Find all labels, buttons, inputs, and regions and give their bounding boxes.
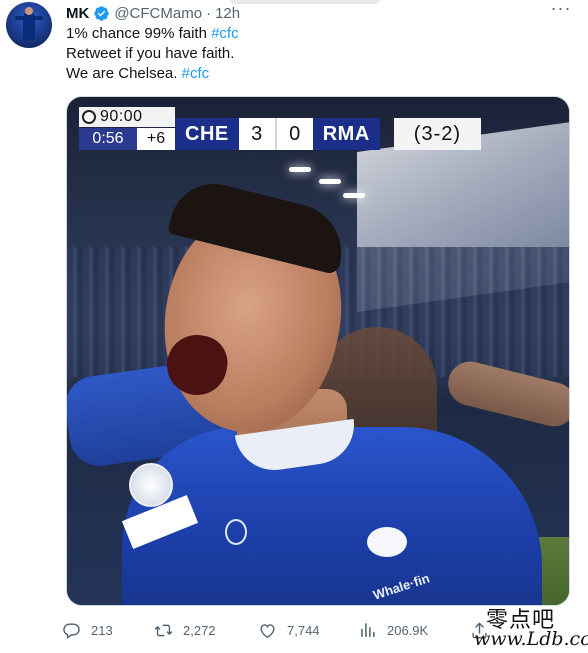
avatar[interactable] — [6, 2, 52, 48]
aggregate-score: (3-2) — [393, 118, 482, 150]
added-time: 0:56 +6 — [79, 128, 175, 150]
avatar-figure-body — [23, 12, 35, 40]
reply-button[interactable]: 213 — [62, 618, 113, 642]
away-team: RMA — [312, 118, 380, 150]
match-clock-value: 90:00 — [100, 108, 143, 125]
more-icon[interactable]: ··· — [550, 0, 572, 20]
tweet-line-2: Retweet if you have faith. — [66, 44, 566, 64]
views-icon — [361, 622, 375, 637]
kit-logo-icon — [367, 527, 407, 557]
verified-badge-icon — [94, 5, 110, 21]
reply-count: 213 — [91, 622, 113, 638]
tweet-line-1: 1% chance 99% faith #cfc — [66, 24, 566, 44]
author-handle[interactable]: @CFCMamo — [114, 5, 202, 22]
tweet-header: MK @CFCMamo · 12h — [66, 3, 240, 23]
away-score: 0 — [276, 118, 313, 150]
tweet-line-3-text: We are Chelsea. — [66, 65, 182, 82]
avatar-figure-head — [25, 7, 33, 15]
like-button[interactable]: 7,744 — [258, 618, 320, 642]
floodlight — [343, 193, 365, 198]
floodlight — [289, 167, 311, 172]
club-crest-icon — [225, 519, 247, 545]
header-separator: · — [206, 4, 212, 22]
added-clock: 0:56 — [79, 128, 137, 150]
scoreboard: CHE 3 0 RMA (3-2) — [175, 118, 482, 150]
football-icon — [82, 110, 96, 124]
hashtag-link[interactable]: #cfc — [182, 65, 210, 82]
tweet-line-1-text: 1% chance 99% faith — [66, 25, 212, 42]
floodlight — [319, 179, 341, 184]
heart-icon — [260, 623, 275, 638]
tweet-timestamp[interactable]: 12h — [215, 5, 240, 22]
watermark-site: www.Ldb.cc — [474, 628, 588, 650]
views-button[interactable]: 206.9K — [358, 618, 428, 642]
home-score: 3 — [238, 118, 275, 150]
hashtag-link[interactable]: #cfc — [211, 25, 239, 42]
like-count: 7,744 — [287, 622, 320, 638]
retweet-count: 2,272 — [183, 622, 216, 638]
views-count: 206.9K — [387, 622, 429, 638]
match-clock: 90:00 — [79, 107, 175, 127]
tweet-text: 1% chance 99% faith #cfc Retweet if you … — [66, 24, 566, 84]
champions-league-badge-icon — [129, 463, 173, 507]
site-watermark: 零点吧 www.Ldb.cc — [468, 600, 588, 653]
reply-icon — [63, 622, 80, 639]
tweet-line-3: We are Chelsea. #cfc — [66, 64, 566, 84]
tweet[interactable]: MK @CFCMamo · 12h ··· 1% chance 99% fait… — [0, 0, 588, 653]
added-minutes: +6 — [137, 128, 175, 150]
tweet-line-2-text: Retweet if you have faith. — [66, 45, 235, 62]
tweet-video[interactable]: Whale·fin 90:00 0:56 +6 CHE 3 0 RMA (3-2… — [66, 96, 570, 606]
author-name[interactable]: MK — [66, 5, 89, 22]
retweet-button[interactable]: 2,272 — [154, 618, 216, 642]
home-team: CHE — [175, 118, 239, 150]
retweet-icon — [154, 624, 173, 636]
